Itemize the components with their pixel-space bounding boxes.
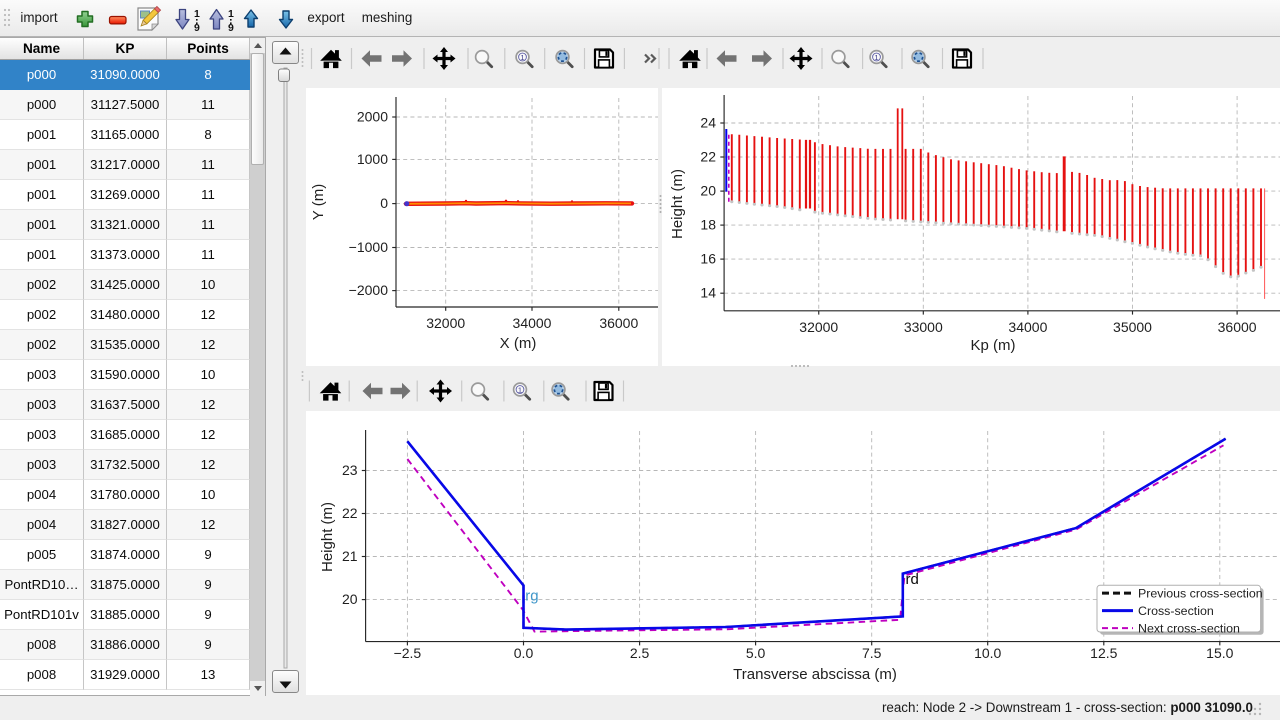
svg-text:Kp (m): Kp (m) <box>971 337 1016 354</box>
svg-text:12.5: 12.5 <box>1090 645 1117 661</box>
svg-text:Cross-section: Cross-section <box>1138 604 1214 618</box>
svg-text:22: 22 <box>342 505 358 521</box>
svg-text:−2000: −2000 <box>349 282 389 298</box>
svg-text:5.0: 5.0 <box>746 645 766 661</box>
svg-text:20: 20 <box>700 183 716 199</box>
svg-text:24: 24 <box>700 115 716 131</box>
svg-text:36000: 36000 <box>1218 319 1257 335</box>
svg-text:Next cross-section: Next cross-section <box>1138 621 1240 635</box>
svg-text:2000: 2000 <box>357 109 388 125</box>
svg-text:1: 1 <box>228 8 234 20</box>
svg-text:rg: rg <box>525 588 538 605</box>
svg-text:1: 1 <box>520 53 524 62</box>
svg-text:Height (m): Height (m) <box>319 502 336 572</box>
svg-text:1: 1 <box>194 8 200 20</box>
svg-text:rd: rd <box>906 571 919 588</box>
svg-text:20: 20 <box>342 591 358 607</box>
svg-text:15.0: 15.0 <box>1206 645 1233 661</box>
svg-text:34000: 34000 <box>513 315 552 331</box>
svg-text:34000: 34000 <box>1008 319 1047 335</box>
svg-text:1000: 1000 <box>357 151 388 167</box>
svg-text:22: 22 <box>700 149 716 165</box>
svg-text:−1000: −1000 <box>349 239 389 255</box>
svg-text:10.0: 10.0 <box>974 645 1001 661</box>
svg-text:2.5: 2.5 <box>630 645 650 661</box>
svg-text:16: 16 <box>700 251 716 267</box>
svg-text:21: 21 <box>342 548 358 564</box>
svg-text:−2.5: −2.5 <box>394 645 422 661</box>
svg-text:1: 1 <box>518 385 522 394</box>
svg-text:36000: 36000 <box>599 315 638 331</box>
svg-text:0: 0 <box>380 195 388 211</box>
svg-text:0.0: 0.0 <box>514 645 534 661</box>
svg-text:Previous cross-section: Previous cross-section <box>1138 586 1263 600</box>
svg-text:32000: 32000 <box>426 315 465 331</box>
svg-text:14: 14 <box>700 285 716 301</box>
svg-text:33000: 33000 <box>904 319 943 335</box>
svg-text:Transverse abscissa (m): Transverse abscissa (m) <box>733 666 897 683</box>
svg-text:1: 1 <box>874 53 878 62</box>
svg-text:32000: 32000 <box>799 319 838 335</box>
svg-text:Y (m): Y (m) <box>310 184 327 220</box>
svg-text:18: 18 <box>700 217 716 233</box>
svg-text:X (m): X (m) <box>500 335 537 352</box>
svg-text:7.5: 7.5 <box>862 645 882 661</box>
svg-text:23: 23 <box>342 462 358 478</box>
svg-text:35000: 35000 <box>1113 319 1152 335</box>
